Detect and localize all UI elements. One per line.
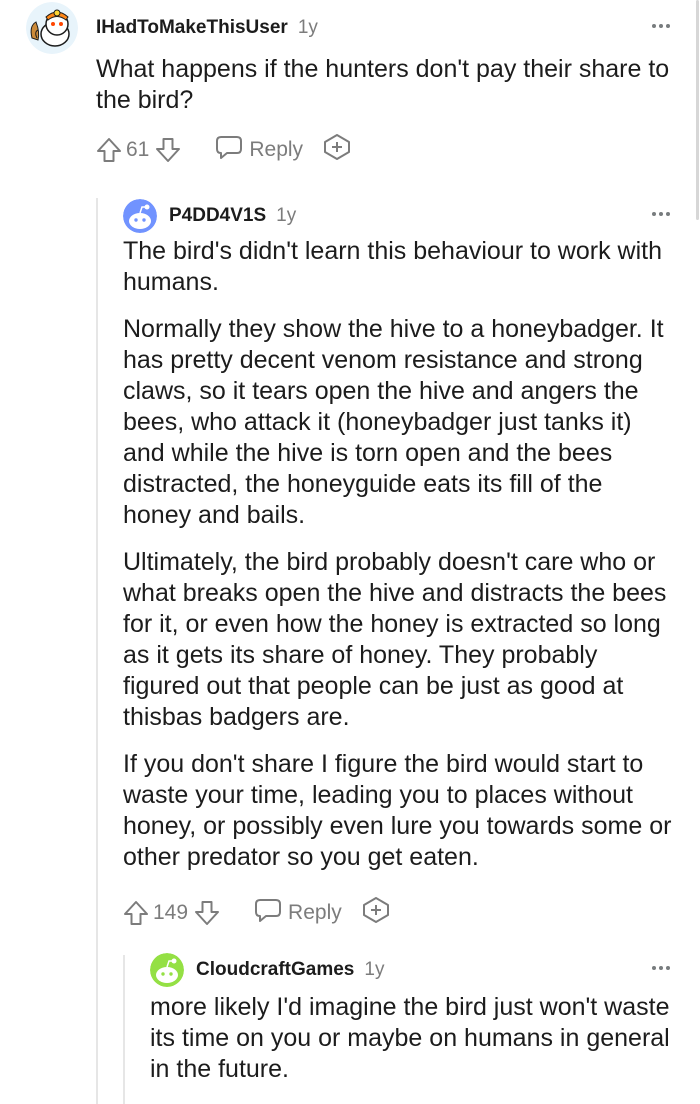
comment-body: more likely I'd imagine the bird just wo… [150,993,670,1083]
reply-icon [215,134,243,166]
award-button[interactable] [362,896,390,930]
reply-icon [254,897,282,929]
avatar[interactable] [150,953,184,987]
downvote-icon[interactable] [155,136,181,164]
comment-header: IHadToMakeThisUser 1y [26,2,676,54]
vote-count: 149 [153,901,189,924]
comment-ihadtomakethisuser: IHadToMakeThisUser 1y What happens if th… [26,2,676,170]
upvote-icon[interactable] [123,899,149,927]
reply-label: Reply [288,901,342,924]
award-icon [323,134,351,166]
comment-paragraph: The bird's didn't learn this behaviour t… [123,237,662,296]
reply-button[interactable]: Reply [254,897,342,929]
reply-button[interactable]: Reply [215,134,303,166]
comment-age: 1y [297,17,318,38]
award-icon [362,897,390,929]
more-options-icon[interactable] [646,16,676,36]
comment-header: P4DD4V1S 1y [123,196,676,236]
comment-paragraph: If you don't share I figure the bird wou… [123,750,672,871]
award-button[interactable] [323,133,351,167]
more-options-icon[interactable] [646,204,676,224]
more-options-icon[interactable] [646,958,676,978]
comment-cloudcraftgames: CloudcraftGames 1y more likely I'd imagi… [150,950,676,1101]
avatar[interactable] [123,199,157,233]
comment-actions: 61 Reply [96,130,676,170]
scrollbar[interactable] [694,0,700,250]
comment-author[interactable]: CloudcraftGames [196,959,354,981]
comment-body: What happens if the hunters don't pay th… [96,55,670,114]
comment-paragraph: Ultimately, the bird probably doesn't ca… [123,548,667,731]
comment-age: 1y [364,959,385,980]
comment-author[interactable]: IHadToMakeThisUser [96,17,288,39]
thread-line-level-1[interactable] [96,198,98,1104]
comment-paragraph: Normally they show the hive to a honeyba… [123,315,664,529]
comment-p4dd4v1s: P4DD4V1S 1y The bird's didn't learn this… [123,196,676,933]
vote-count: 61 [126,138,150,161]
reply-label: Reply [249,138,304,161]
comment-age: 1y [276,205,297,226]
comment-author[interactable]: P4DD4V1S [169,205,266,227]
avatar[interactable] [26,2,78,54]
upvote-icon[interactable] [96,136,122,164]
comment-actions: 149 Reply [123,893,676,933]
downvote-icon[interactable] [194,899,220,927]
comment-header: CloudcraftGames 1y [150,950,676,990]
thread-line-level-2[interactable] [123,955,125,1104]
